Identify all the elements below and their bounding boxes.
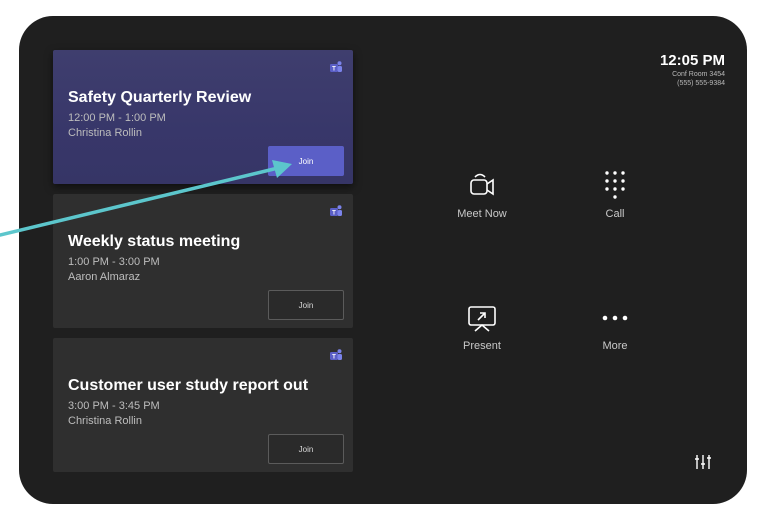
svg-text:T: T — [332, 66, 336, 72]
svg-text:T: T — [332, 210, 336, 216]
present-label: Present — [463, 340, 501, 352]
meet-now-label: Meet Now — [457, 208, 507, 220]
meeting-card[interactable]: T Customer user study report out 3:00 PM… — [53, 338, 353, 472]
share-screen-icon — [468, 306, 496, 332]
teams-room-display: T Safety Quarterly Review 12:00 PM - 1:0… — [19, 16, 747, 504]
meeting-card[interactable]: T Weekly status meeting 1:00 PM - 3:00 P… — [53, 194, 353, 328]
more-button[interactable]: More — [575, 300, 655, 352]
present-button[interactable]: Present — [442, 300, 522, 352]
meeting-card[interactable]: T Safety Quarterly Review 12:00 PM - 1:0… — [53, 50, 353, 184]
meeting-time: 12:00 PM - 1:00 PM — [68, 112, 166, 124]
settings-sliders-icon[interactable] — [694, 453, 712, 471]
room-info: 12:05 PM Conf Room 3454 (555) 555-9384 — [660, 52, 725, 87]
join-button[interactable]: Join — [268, 290, 344, 320]
more-label: More — [602, 340, 628, 352]
teams-icon: T — [330, 61, 342, 72]
call-label: Call — [605, 208, 625, 220]
join-button[interactable]: Join — [268, 434, 344, 464]
meeting-organizer: Christina Rollin — [68, 127, 142, 139]
video-camera-icon — [470, 173, 494, 196]
meeting-time: 3:00 PM - 3:45 PM — [68, 400, 160, 412]
svg-text:T: T — [332, 354, 336, 360]
room-name: Conf Room 3454 — [672, 71, 725, 78]
meeting-organizer: Aaron Almaraz — [68, 271, 141, 283]
join-button[interactable]: Join — [268, 146, 344, 176]
meeting-title: Weekly status meeting — [68, 233, 241, 250]
teams-icon: T — [330, 349, 342, 360]
current-time: 12:05 PM — [659, 52, 725, 69]
room-phone: (555) 555-9384 — [677, 80, 725, 87]
meet-now-button[interactable]: Meet Now — [442, 168, 522, 220]
meeting-time: 1:00 PM - 3:00 PM — [68, 256, 160, 268]
meeting-organizer: Christina Rollin — [68, 415, 142, 427]
meeting-title: Customer user study report out — [68, 377, 309, 394]
meeting-title: Safety Quarterly Review — [68, 89, 252, 106]
dialpad-icon — [605, 171, 625, 199]
call-button[interactable]: Call — [575, 168, 655, 220]
teams-icon: T — [330, 205, 342, 216]
ellipsis-icon — [602, 315, 628, 321]
